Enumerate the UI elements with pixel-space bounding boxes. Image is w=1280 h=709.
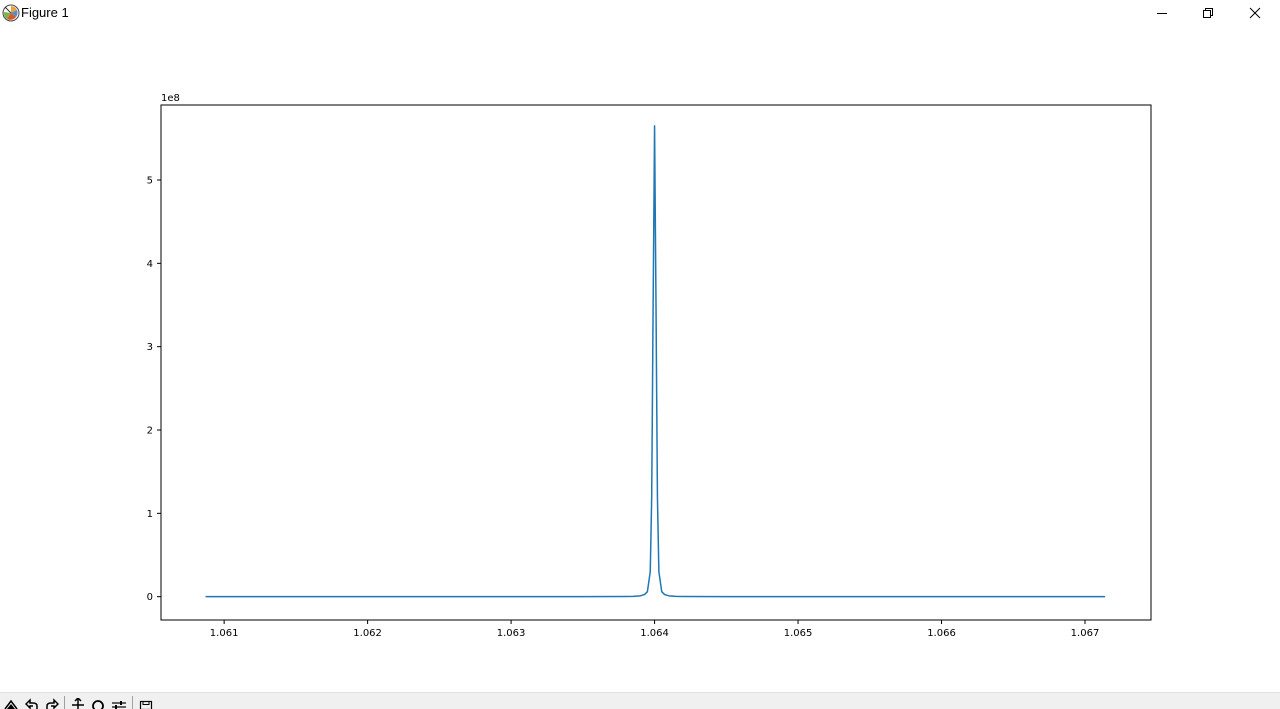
y-offset-label: 1e8 [161,93,180,104]
title-bar[interactable]: Figure 1 [0,0,1280,26]
minimize-icon [1156,7,1168,19]
series-line-0 [205,125,1106,598]
zoom-button[interactable] [89,695,107,709]
pan-button[interactable] [69,695,87,709]
figure-window: Figure 1 1.061 1.062 1.063 1.064 1.065 1… [0,0,1280,709]
y-tick-label: 3 [147,342,153,353]
home-icon [4,695,18,709]
configure-subplots-icon [111,695,127,709]
minimize-button[interactable] [1139,0,1185,26]
x-tick-label: 1.066 [927,628,956,639]
window-title: Figure 1 [21,5,69,20]
close-button[interactable] [1232,0,1278,26]
forward-icon [45,695,60,709]
y-tick-label: 4 [147,259,153,270]
configure-subplots-button[interactable] [110,695,128,709]
y-tick-label: 5 [147,176,153,187]
forward-button[interactable] [43,695,61,709]
x-tick-label: 1.067 [1071,628,1100,639]
x-tick-label: 1.061 [210,628,239,639]
y-tick-label: 2 [147,426,153,437]
restore-icon [1202,7,1214,19]
x-tick-label: 1.065 [784,628,813,639]
x-tick-label: 1.063 [497,628,526,639]
close-icon [1249,7,1261,19]
home-button[interactable] [2,695,20,709]
navigation-toolbar [0,692,1280,709]
pan-icon [71,695,85,709]
back-button[interactable] [23,695,41,709]
y-tick-label: 1 [147,509,153,520]
y-tick-label: 0 [147,592,153,603]
x-tick-label: 1.064 [640,628,669,639]
zoom-icon [91,695,105,709]
line-chart: 1.061 1.062 1.063 1.064 1.065 1.066 1.067 0 1 2 3 4… [147,93,1152,639]
restore-button[interactable] [1185,0,1231,26]
matplotlib-icon [2,4,20,22]
back-icon [24,695,39,709]
toolbar-separator [132,696,133,709]
save-button[interactable] [137,695,155,709]
x-tick-label: 1.062 [353,628,382,639]
figure-canvas[interactable]: 1.061 1.062 1.063 1.064 1.065 1.066 1.067 0 1 2 3 4… [0,26,1280,692]
toolbar-separator [64,696,65,709]
save-icon [139,695,153,709]
